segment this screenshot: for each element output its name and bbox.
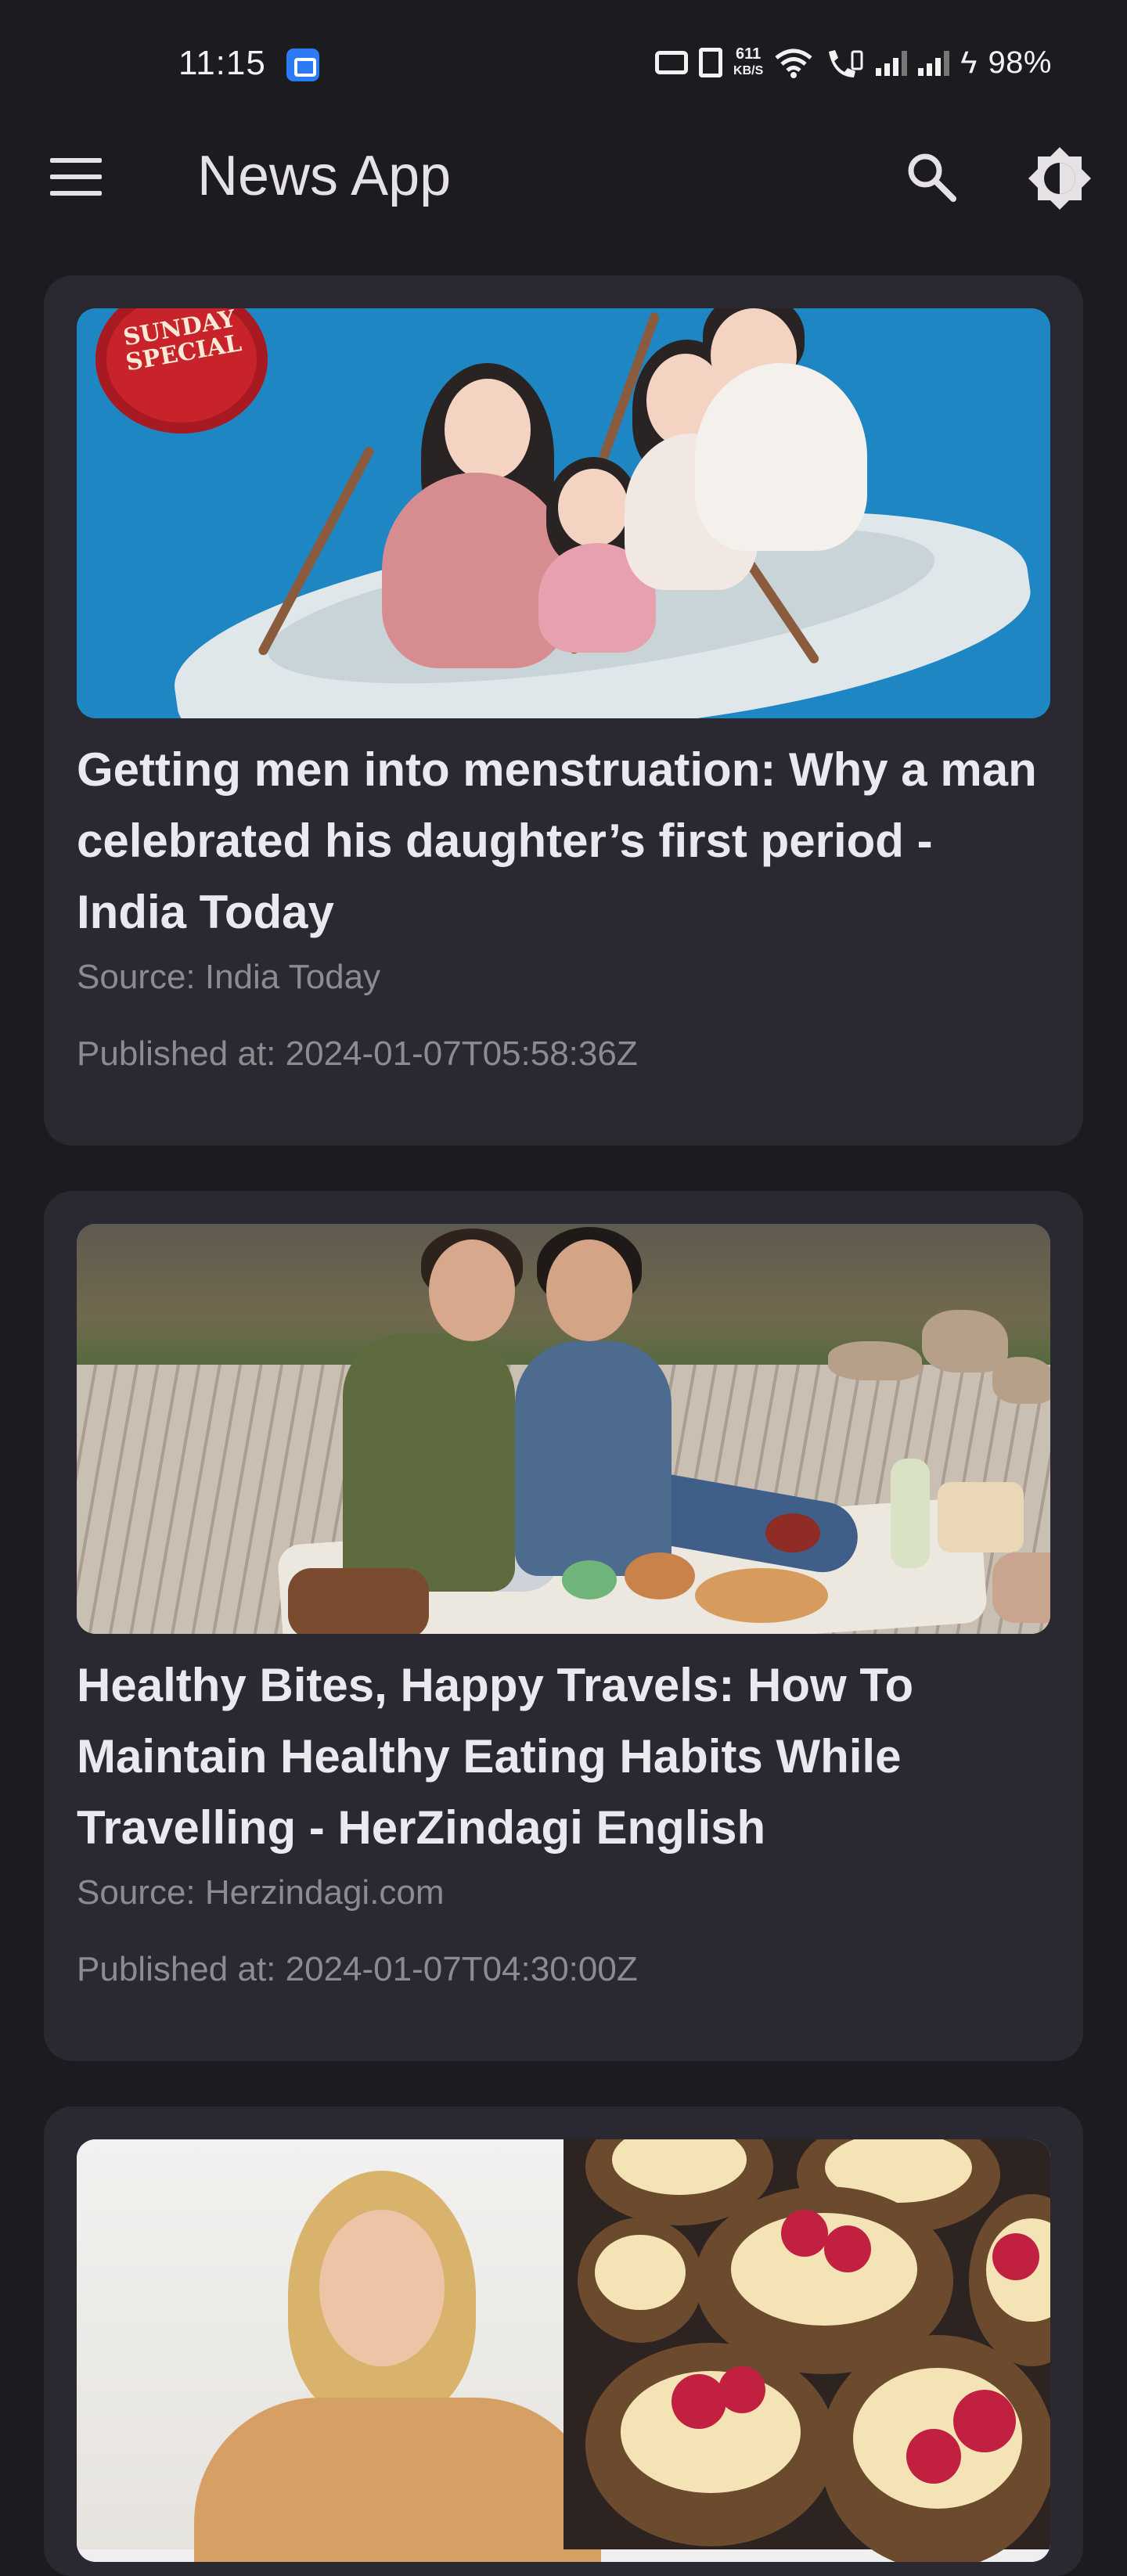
menu-icon[interactable] <box>50 158 102 196</box>
news-card[interactable]: Healthy Bites, Happy Travels: How To Mai… <box>44 1191 1083 2061</box>
signal-sim2-icon <box>918 49 950 76</box>
nfc-icon <box>655 51 689 74</box>
status-icons: 611 KB/S ϟ 98% <box>655 41 1052 85</box>
article-published-date: Published at: 2024-01-07T04:30:00Z <box>77 1950 638 1988</box>
battery-level: 98% <box>988 45 1052 80</box>
brightness-icon[interactable] <box>1027 146 1093 211</box>
status-time: 11:15 <box>178 44 266 82</box>
article-image <box>77 2139 1050 2562</box>
article-title: Healthy Bites, Happy Travels: How To Mai… <box>77 1659 914 1854</box>
status-bar: 11:15 611 KB/S ϟ 98% <box>0 0 1127 125</box>
news-card[interactable] <box>44 2106 1083 2576</box>
article-image: SUNDAY SPECIAL <box>77 308 1050 718</box>
app-title: News App <box>197 145 452 207</box>
article-published-date: Published at: 2024-01-07T05:58:36Z <box>77 1034 638 1073</box>
network-speed-unit: KB/S <box>733 64 764 77</box>
article-image <box>77 1224 1050 1634</box>
wifi-icon <box>775 49 812 78</box>
signal-sim1-icon <box>876 49 908 76</box>
top-app-bar: News App <box>0 125 1127 225</box>
charging-icon: ϟ <box>960 45 978 80</box>
sunday-special-badge: SUNDAY SPECIAL <box>95 308 268 434</box>
notification-app-icon <box>286 49 319 81</box>
network-speed: 611 KB/S <box>733 46 763 79</box>
search-icon[interactable] <box>905 150 958 203</box>
vibrate-icon <box>699 48 723 77</box>
article-source: Source: India Today <box>77 958 381 996</box>
network-speed-value: 611 <box>736 45 762 63</box>
article-source: Source: Herzindagi.com <box>77 1873 445 1912</box>
article-title: Getting men into menstruation: Why a man… <box>77 743 1037 938</box>
wifi-calling-icon <box>829 50 863 77</box>
news-card[interactable]: SUNDAY SPECIAL Getting men into menstrua… <box>44 275 1083 1146</box>
